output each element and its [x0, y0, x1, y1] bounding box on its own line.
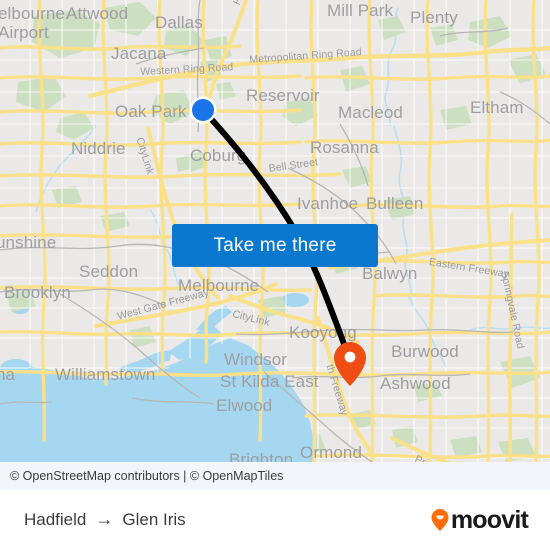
moovit-logo[interactable]: moovit [430, 505, 529, 534]
arrow-right-icon: → [95, 509, 114, 529]
trip-origin-label: Hadfield [24, 510, 87, 529]
footer-bar: Hadfield → Glen Iris moovit [0, 490, 550, 550]
take-me-there-button[interactable]: Take me there [172, 224, 378, 267]
moovit-wordmark: moovit [450, 505, 529, 534]
map-attribution[interactable]: © OpenStreetMap contributors | © OpenMap… [0, 462, 550, 490]
trip-destination-label: Glen Iris [122, 510, 186, 529]
moovit-trip-screen: elbourne Airport Attwood Dallas Mill Park Ple… [0, 0, 550, 550]
map-canvas[interactable]: elbourne Airport Attwood Dallas Mill Park Ple… [0, 0, 550, 490]
trip-summary: Hadfield → Glen Iris [24, 510, 186, 530]
moovit-pin-icon [431, 509, 449, 531]
